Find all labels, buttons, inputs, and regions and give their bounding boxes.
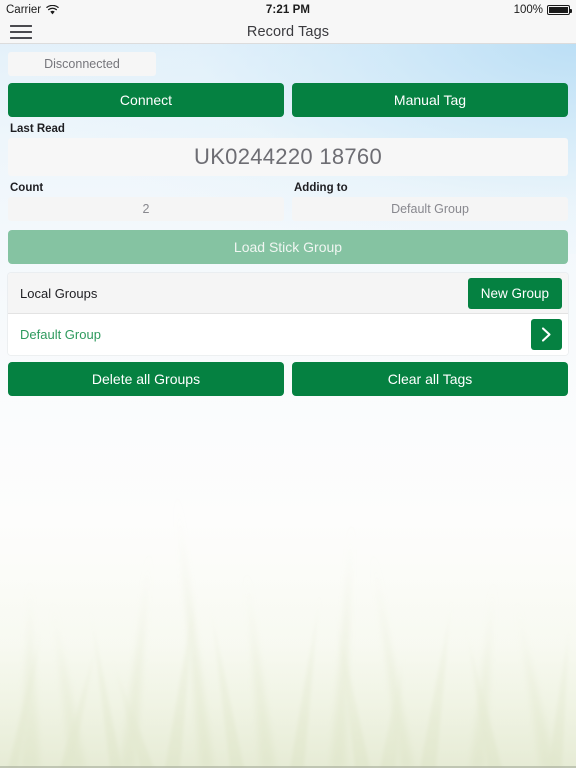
delete-all-groups-button[interactable]: Delete all Groups [8,362,284,396]
main-content: Disconnected Connect Manual Tag Last Rea… [0,45,576,396]
clear-all-tags-button[interactable]: Clear all Tags [292,362,568,396]
hamburger-menu-icon[interactable] [6,21,36,43]
list-item[interactable]: Default Group [8,314,568,355]
app-root: Carrier 7:21 PM 100% Record Tags Disconn… [0,0,576,768]
connection-button-row: Connect Manual Tag [8,83,568,117]
new-group-button[interactable]: New Group [467,277,562,309]
count-value: 2 [8,197,284,221]
adding-to-label: Adding to [294,182,348,194]
connect-button[interactable]: Connect [8,83,284,117]
group-name-link[interactable]: Default Group [20,327,101,342]
navigation-bar: Record Tags [0,20,576,44]
battery-full-icon [547,5,572,15]
count-and-group-row: Count 2 Adding to Default Group [8,176,568,221]
last-read-label: Last Read [10,123,65,135]
local-groups-header: Local Groups New Group [8,273,568,314]
last-read-value: UK0244220 18760 [8,138,568,176]
local-groups-panel: Local Groups New Group Default Group [8,273,568,355]
load-stick-group-button[interactable]: Load Stick Group [8,230,568,264]
adding-to-value: Default Group [292,197,568,221]
chevron-right-icon [541,327,551,342]
count-label: Count [10,182,44,194]
battery-percent-label: 100% [513,4,543,16]
connection-status-field: Disconnected [8,52,156,76]
group-detail-button[interactable] [531,319,562,350]
status-bar: Carrier 7:21 PM 100% [0,0,576,20]
status-bar-time: 7:21 PM [265,4,311,16]
local-groups-title: Local Groups [20,285,98,301]
page-title: Record Tags [246,23,330,40]
footer-action-row: Delete all Groups Clear all Tags [8,362,568,396]
manual-tag-button[interactable]: Manual Tag [292,83,568,117]
status-bar-right: 100% [513,4,572,16]
